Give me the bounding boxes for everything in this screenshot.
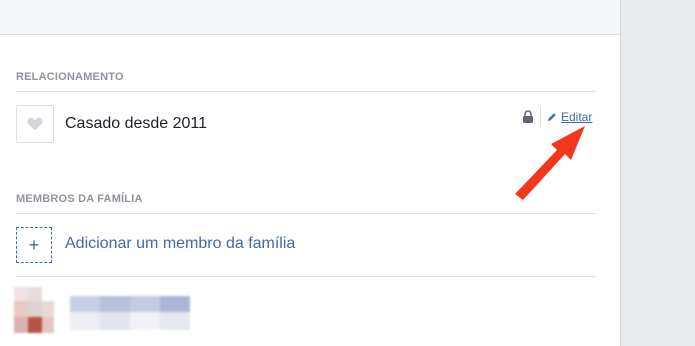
blurred-name bbox=[70, 296, 190, 330]
top-band bbox=[0, 0, 620, 35]
relationship-icon-box bbox=[16, 105, 54, 143]
plus-icon: + bbox=[28, 234, 40, 255]
add-family-member-link[interactable]: Adicionar um membro da família bbox=[65, 235, 295, 253]
annotation-arrow bbox=[515, 126, 585, 200]
about-panel: RELACIONAMENTO Casado desde 2011 Editar … bbox=[0, 0, 621, 346]
add-family-member-button[interactable]: + bbox=[16, 227, 52, 263]
row-separator bbox=[16, 276, 596, 277]
blurred-avatar bbox=[14, 287, 54, 333]
profile-about-page: RELACIONAMENTO Casado desde 2011 Editar … bbox=[0, 0, 695, 346]
relationship-status: Casado desde 2011 bbox=[65, 115, 208, 132]
relationship-section-title: RELACIONAMENTO bbox=[16, 71, 596, 92]
heart-icon bbox=[27, 117, 43, 131]
